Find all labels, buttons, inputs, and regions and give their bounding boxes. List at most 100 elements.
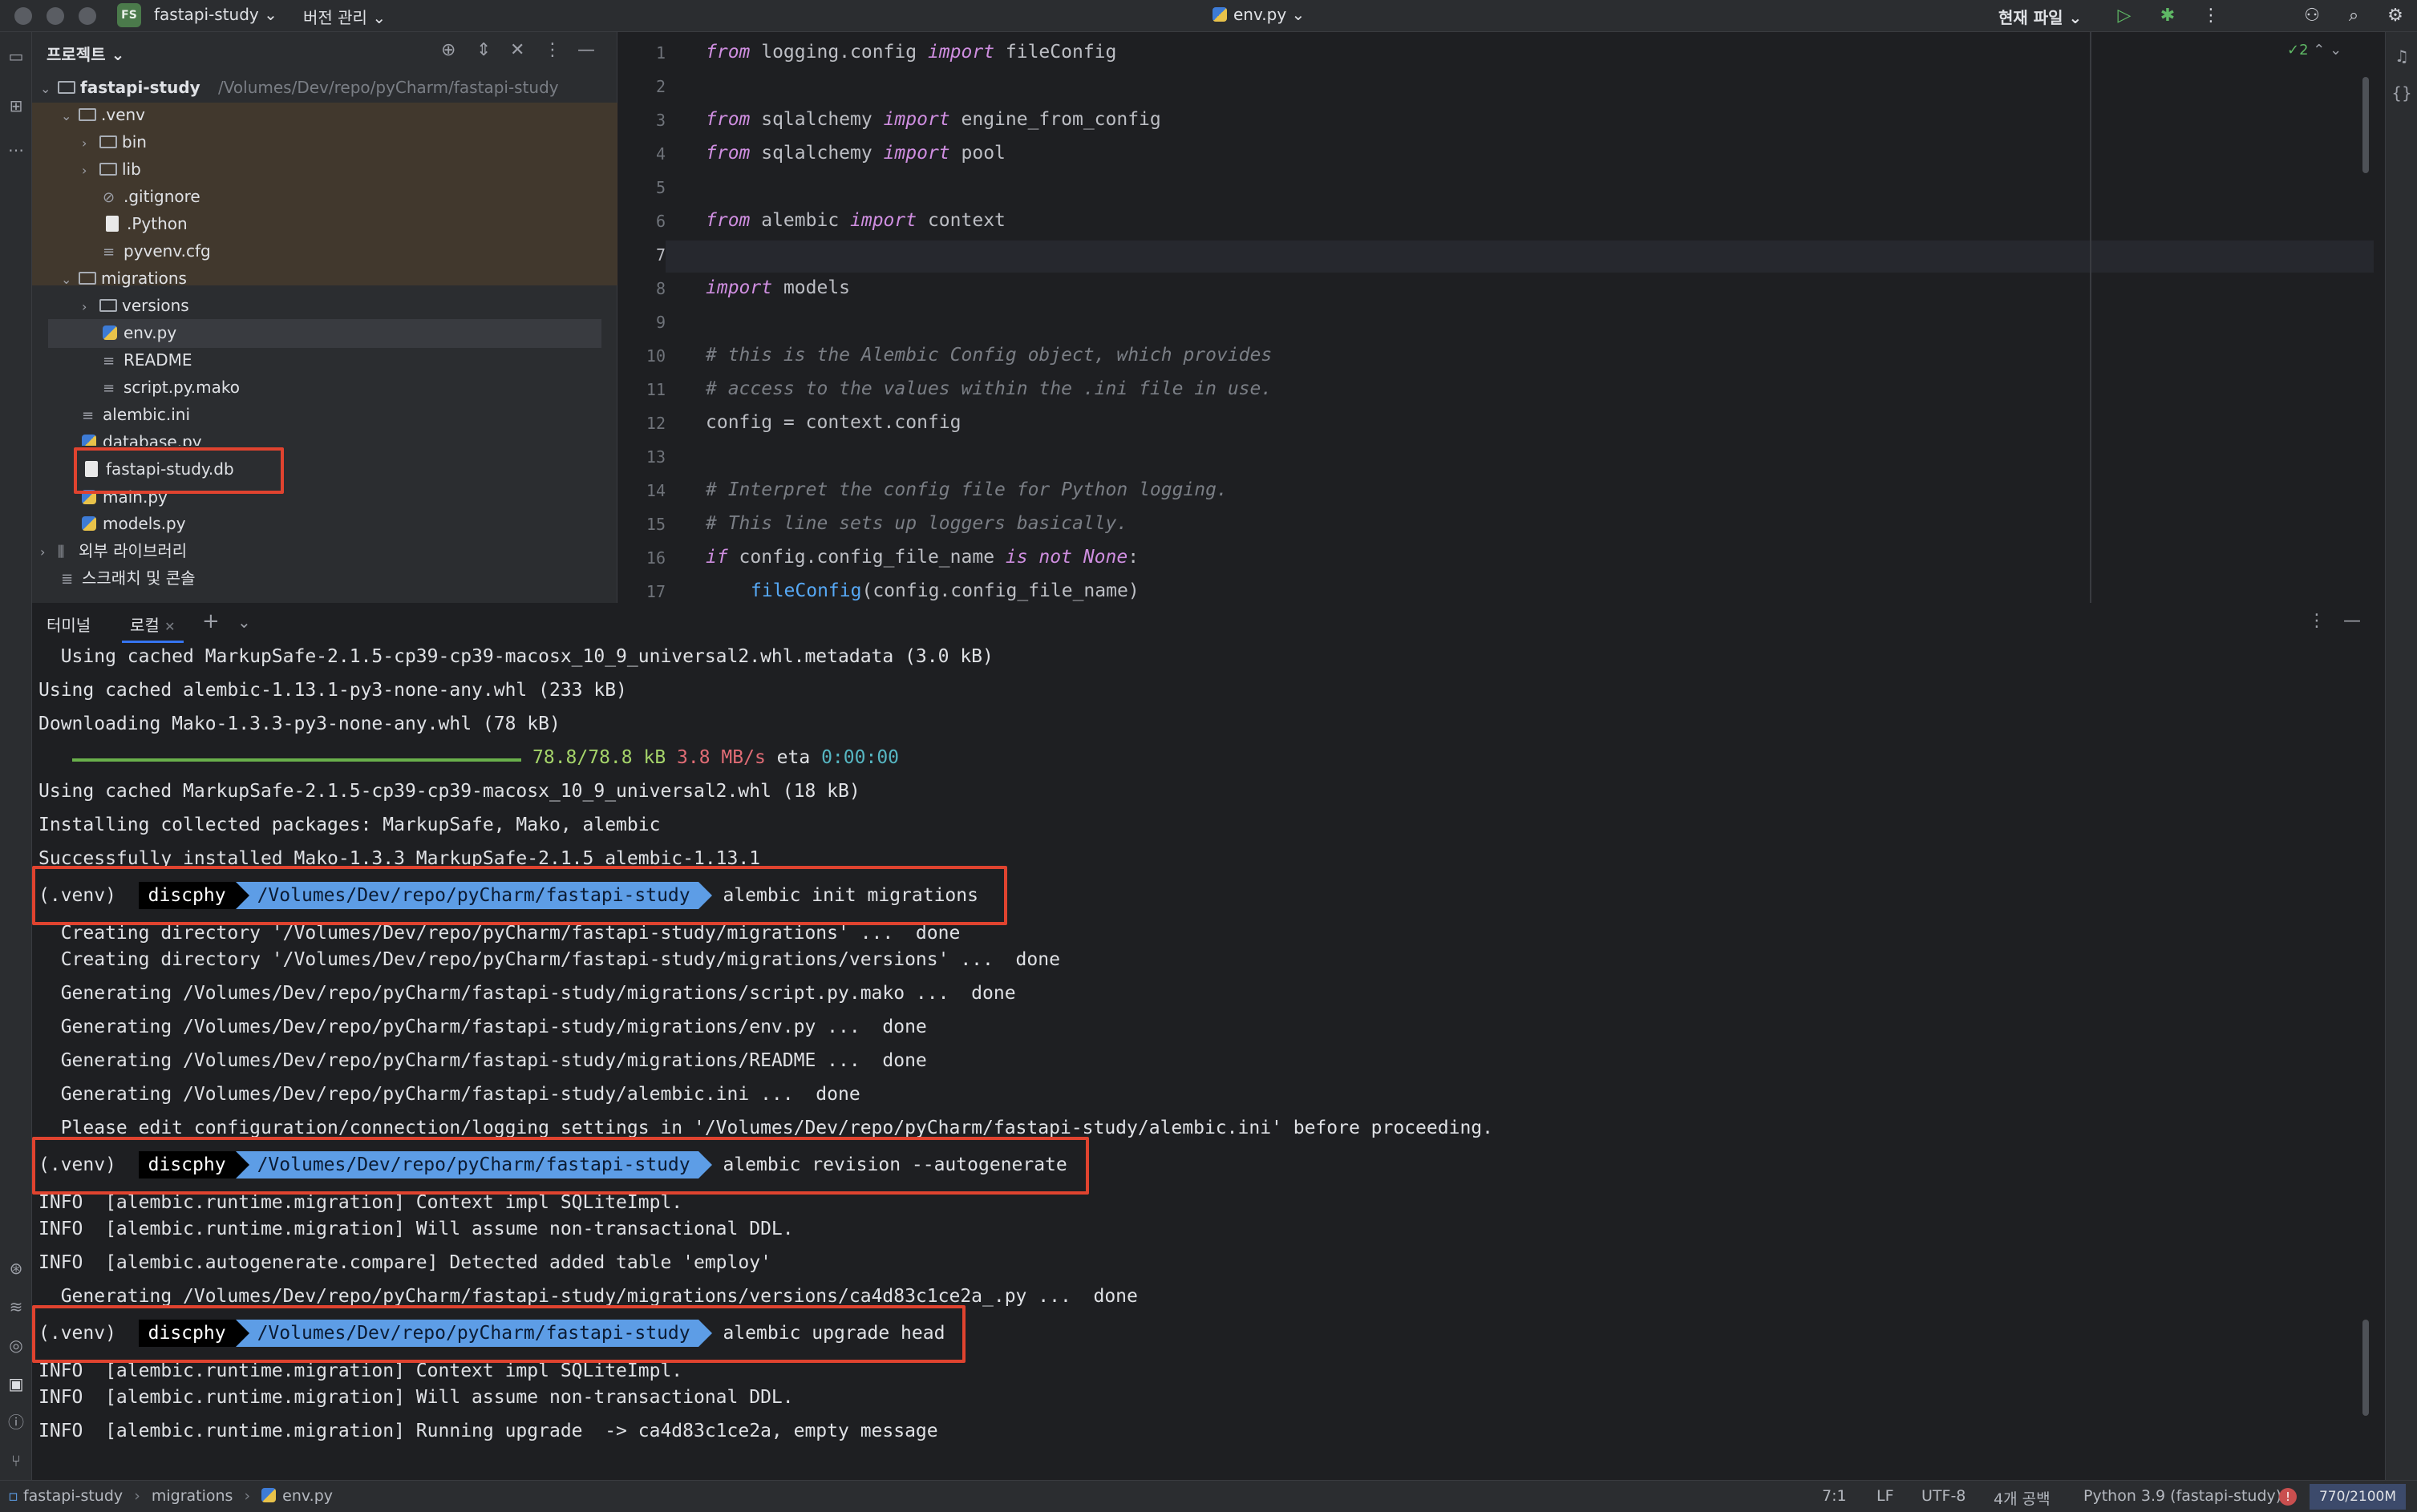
tree-item-models-py[interactable]: models.py: [82, 510, 186, 537]
tree-item-pyvenv-cfg[interactable]: ≡ pyvenv.cfg: [103, 237, 211, 265]
hide-panel-icon[interactable]: —: [577, 40, 595, 60]
terminal-tool-title: 터미널: [47, 616, 91, 635]
account-icon[interactable]: ⚇: [2300, 4, 2324, 28]
keyword: from: [706, 210, 751, 231]
terminal-icon[interactable]: ▣: [3, 1371, 29, 1397]
structure-icon[interactable]: ⊞: [3, 93, 29, 119]
bell-icon[interactable]: ♫: [2389, 43, 2415, 69]
search-icon[interactable]: ⌕: [2342, 4, 2366, 28]
services-icon[interactable]: ◎: [3, 1332, 29, 1358]
code-text: sqlalchemy: [750, 109, 884, 130]
run-config-selector[interactable]: 현재 파일 ⌄: [1998, 5, 2082, 28]
tree-item-migrations[interactable]: ⌄ migrations: [61, 265, 187, 292]
text-file-icon: ≡: [103, 380, 115, 397]
current-file-tab[interactable]: env.py ⌄: [1213, 5, 1305, 24]
project-panel-title[interactable]: 프로젝트 ⌄: [47, 42, 124, 65]
highlight-box-upgrade: [32, 1305, 966, 1363]
python-interpreter[interactable]: Python 3.9 (fastapi-study): [2083, 1487, 2281, 1505]
tree-item-label: versions: [122, 296, 189, 315]
close-window-button[interactable]: [14, 7, 32, 25]
line-number: 4: [655, 144, 666, 164]
keyword: if: [706, 547, 728, 568]
vcs-menu-label: 버전 관리: [303, 8, 367, 27]
tree-item-python[interactable]: .Python: [106, 210, 188, 237]
expand-all-icon[interactable]: ⇕: [476, 40, 491, 60]
chevron-down-icon: ⌄: [264, 5, 277, 24]
tree-item-alembic-ini[interactable]: ≡ alembic.ini: [82, 401, 190, 428]
settings-icon[interactable]: ⚙: [2383, 4, 2407, 28]
keyword: is not: [1005, 547, 1072, 568]
minimize-window-button[interactable]: [47, 7, 64, 25]
caret-position[interactable]: 7:1: [1822, 1487, 1847, 1505]
tree-item-label: env.py: [123, 323, 177, 342]
code-line: from logging.config import fileConfig: [706, 42, 1116, 63]
debug-icon[interactable]: ✱: [2156, 4, 2180, 28]
code-text: config.config_file_name: [727, 547, 1006, 568]
new-tab-icon[interactable]: +: [202, 609, 220, 633]
tree-item-venv[interactable]: ⌄ .venv: [61, 101, 145, 128]
error-indicator-icon[interactable]: !: [2279, 1488, 2297, 1506]
file-encoding[interactable]: UTF-8: [1921, 1487, 1966, 1505]
locate-file-icon[interactable]: ⊕: [441, 40, 455, 60]
maximize-window-button[interactable]: [79, 7, 96, 25]
editor-scrollbar[interactable]: [2362, 77, 2369, 173]
line-number: 10: [646, 346, 666, 366]
memory-indicator[interactable]: 770/2100M: [2310, 1484, 2406, 1510]
close-tab-icon[interactable]: ✕: [164, 619, 175, 634]
breadcrumb-folder[interactable]: migrations: [152, 1487, 233, 1505]
tree-item-scratches[interactable]: ≣ 스크래치 및 콘솔: [61, 564, 196, 592]
tree-item-script-mako[interactable]: ≡ script.py.mako: [103, 374, 240, 401]
chevron-down-icon: ⌄: [2068, 8, 2083, 27]
terminal-output-line: Installing collected packages: MarkupSaf…: [38, 815, 661, 835]
vcs-menu[interactable]: 버전 관리 ⌄: [303, 5, 386, 28]
problems-icon[interactable]: ⓘ: [3, 1409, 29, 1435]
tab-local-label: 로컬: [130, 616, 160, 635]
tree-item-readme[interactable]: ≡ README: [103, 346, 192, 374]
project-panel-header: 프로젝트 ⌄ ⊕ ⇕ ✕ ⋮ —: [32, 32, 617, 74]
tree-item-versions[interactable]: › versions: [82, 292, 189, 319]
line-number: 1: [655, 43, 666, 63]
chevron-down-icon: ⌄: [1291, 5, 1306, 24]
folder-icon: [58, 80, 75, 94]
json-braces-icon[interactable]: {}: [2389, 80, 2415, 106]
git-icon[interactable]: ⑂: [3, 1448, 29, 1474]
tree-item-label: .gitignore: [123, 187, 200, 206]
options-icon[interactable]: ⋮: [544, 40, 561, 60]
breadcrumb-root[interactable]: fastapi-study: [23, 1487, 123, 1505]
chevron-right-icon: ›: [134, 1487, 140, 1505]
tree-item-database-py[interactable]: database.py: [82, 428, 202, 446]
python-file-icon: [103, 325, 117, 340]
tree-item-env-py[interactable]: env.py: [103, 319, 176, 346]
project-badge[interactable]: FS: [117, 3, 141, 27]
right-margin-guide: [2090, 32, 2091, 603]
chevron-down-icon[interactable]: ⌄: [237, 612, 251, 632]
project-switcher[interactable]: fastapi-study ⌄: [154, 5, 277, 24]
terminal-scrollbar[interactable]: [2362, 1320, 2369, 1416]
chevron-down-icon: ⌄: [2330, 42, 2342, 59]
chevron-down-icon: ⌄: [61, 108, 72, 123]
tree-root[interactable]: ⌄ fastapi-study /Volumes/Dev/repo/pyCharm…: [40, 74, 559, 101]
project-folder-icon[interactable]: ▭: [3, 43, 29, 69]
inspection-widget[interactable]: ✓2 ⌃ ⌄: [2287, 42, 2342, 59]
indent-setting[interactable]: 4개 공백: [1994, 1487, 2051, 1509]
more-tools-icon[interactable]: …: [3, 133, 29, 159]
terminal-output-line: Using cached alembic-1.13.1-py3-none-any…: [38, 680, 627, 701]
hide-terminal-icon[interactable]: —: [2343, 611, 2361, 631]
file-tab-label: env.py: [1233, 5, 1287, 24]
breadcrumb-file[interactable]: env.py: [282, 1487, 333, 1505]
collapse-all-icon[interactable]: ✕: [510, 40, 524, 60]
tree-item-bin[interactable]: › bin: [82, 128, 147, 156]
run-icon[interactable]: ▷: [2112, 4, 2136, 28]
tree-item-gitignore[interactable]: ⊘ .gitignore: [103, 183, 200, 210]
layers-icon[interactable]: ≋: [3, 1294, 29, 1320]
download-progress-bar: [72, 758, 521, 762]
tab-local[interactable]: 로컬 ✕: [122, 603, 184, 643]
line-ending[interactable]: LF: [1877, 1487, 1894, 1505]
chevron-right-icon: ›: [82, 135, 87, 151]
breadcrumb: ▫ fastapi-study › migrations › env.py: [8, 1487, 333, 1505]
python-packages-icon[interactable]: ⊛: [3, 1255, 29, 1281]
tree-item-lib[interactable]: › lib: [82, 156, 141, 183]
more-actions-icon[interactable]: ⋮: [2199, 4, 2223, 28]
terminal-options-icon[interactable]: ⋮: [2308, 611, 2326, 631]
tree-item-external-libraries[interactable]: › ⫼ 외부 라이브러리: [40, 537, 187, 564]
